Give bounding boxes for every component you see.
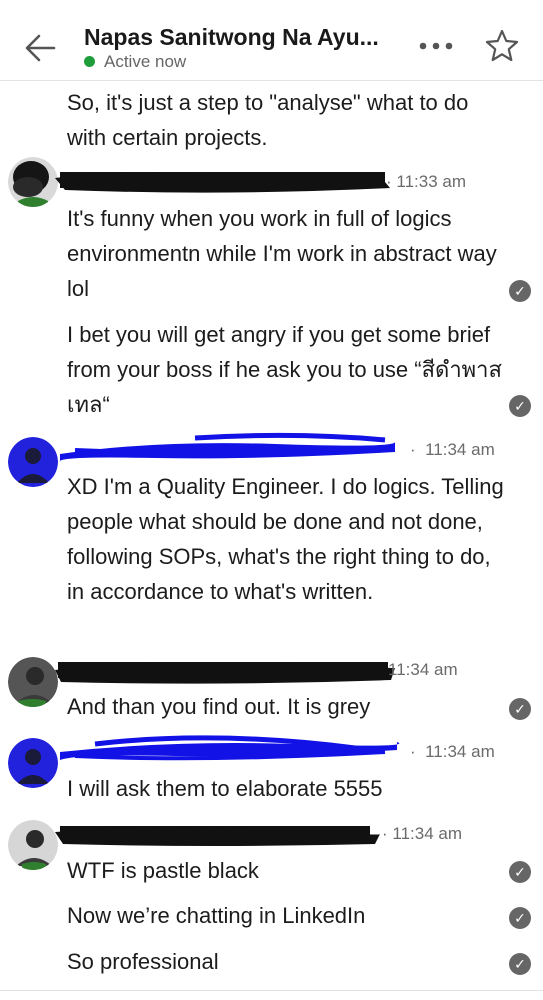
timestamp-text: 11:34 am: [392, 824, 463, 843]
avatar[interactable]: [8, 657, 58, 707]
message-text: I bet you will get angry if you get some…: [67, 322, 502, 417]
message-text: Now we’re chatting in LinkedIn: [67, 903, 366, 928]
message-text: So, it's just a step to "analyse" what t…: [67, 90, 469, 150]
avatar[interactable]: [8, 820, 58, 870]
divider: [0, 990, 543, 991]
arrow-left-icon[interactable]: [22, 30, 58, 66]
check-circle-icon: ✓: [509, 861, 531, 883]
message-text: XD I'm a Quality Engineer. I do logics. …: [67, 474, 504, 604]
check-circle-icon: ✓: [509, 280, 531, 302]
timestamp-text: 11:34 am: [425, 440, 495, 459]
status-text: Active now: [104, 52, 187, 71]
timestamp-text: 11:34 am: [388, 660, 458, 679]
presence-status: Active now: [84, 52, 186, 72]
check-circle-icon: ✓: [509, 395, 531, 417]
sender-name-redacted: [59, 432, 395, 462]
message-timestamp: · 11:34 am: [382, 824, 463, 843]
message-timestamp: · 11:33 am: [386, 172, 467, 191]
timestamp-text: 11:33 am: [396, 172, 467, 191]
message-text: I will ask them to elaborate 5555: [67, 776, 383, 801]
avatar[interactable]: [8, 437, 58, 487]
avatar[interactable]: [8, 738, 58, 788]
conversation-header: Napas Sanitwong Na Ayu... Active now: [0, 0, 543, 81]
message-timestamp: 11:34 am: [388, 660, 458, 688]
check-circle-icon: ✓: [509, 907, 531, 929]
conversation-title[interactable]: Napas Sanitwong Na Ayu...: [84, 24, 384, 51]
check-circle-icon: ✓: [509, 953, 531, 975]
timestamp-text: 11:34 am: [425, 742, 495, 761]
online-dot-icon: [84, 56, 95, 67]
sender-name-redacted: [60, 735, 400, 761]
sender-name-redacted: [55, 826, 381, 846]
message-text: WTF is pastle black: [67, 858, 259, 883]
message-text: So professional: [67, 949, 219, 974]
check-circle-icon: ✓: [509, 698, 531, 720]
message-text: And than you find out. It is grey: [67, 694, 371, 719]
avatar[interactable]: [8, 157, 58, 207]
more-horizontal-icon[interactable]: [416, 36, 456, 56]
message-timestamp: · 11:34 am: [410, 742, 495, 761]
message-timestamp: · 11:34 am: [410, 440, 495, 459]
sender-name-redacted: [55, 662, 395, 684]
message-text: It's funny when you work in full of logi…: [67, 206, 497, 301]
sender-name-redacted: [55, 172, 390, 193]
star-icon[interactable]: [484, 28, 520, 64]
